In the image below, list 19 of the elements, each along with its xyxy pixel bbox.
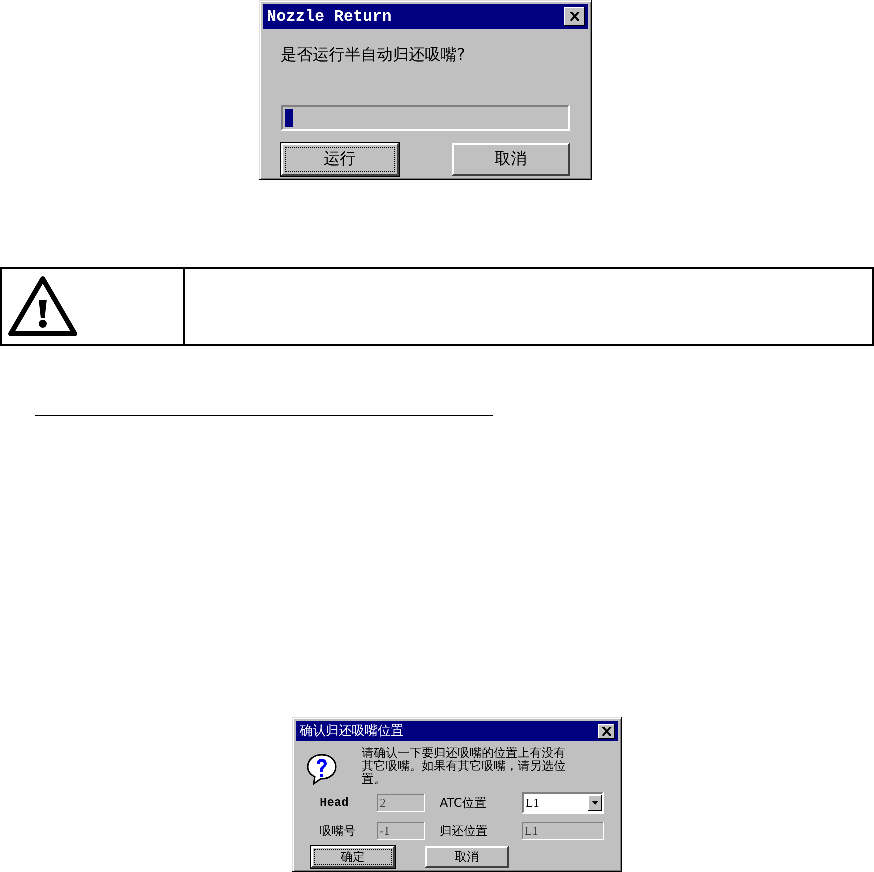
- close-button[interactable]: [598, 724, 615, 738]
- cancel-button[interactable]: 取消: [452, 143, 570, 176]
- ok-button[interactable]: 运行: [281, 143, 399, 176]
- warning-icon: [8, 276, 78, 338]
- dropdown[interactable]: L1: [522, 792, 604, 814]
- field-label: ATC位置: [440, 794, 488, 812]
- ok-button[interactable]: 确定: [311, 846, 395, 868]
- window-title: Nozzle Return: [267, 8, 392, 26]
- dialog-message: 请确认一下要归还吸嘴的位置上有没有其它吸嘴。如果有其它吸嘴，请另选位置。: [362, 747, 567, 786]
- field-label: 吸嘴号: [320, 822, 357, 840]
- close-icon[interactable]: [570, 12, 580, 21]
- question-icon: [306, 753, 338, 785]
- cancel-button[interactable]: 取消: [425, 846, 509, 868]
- dialog-message: 是否运行半自动归还吸嘴?: [281, 45, 466, 66]
- field-label: 归还位置: [440, 822, 489, 840]
- close-button[interactable]: [564, 7, 585, 26]
- window-title: 确认归还吸嘴位置: [300, 723, 404, 740]
- field-label: Head: [320, 796, 350, 810]
- close-icon[interactable]: [602, 726, 612, 736]
